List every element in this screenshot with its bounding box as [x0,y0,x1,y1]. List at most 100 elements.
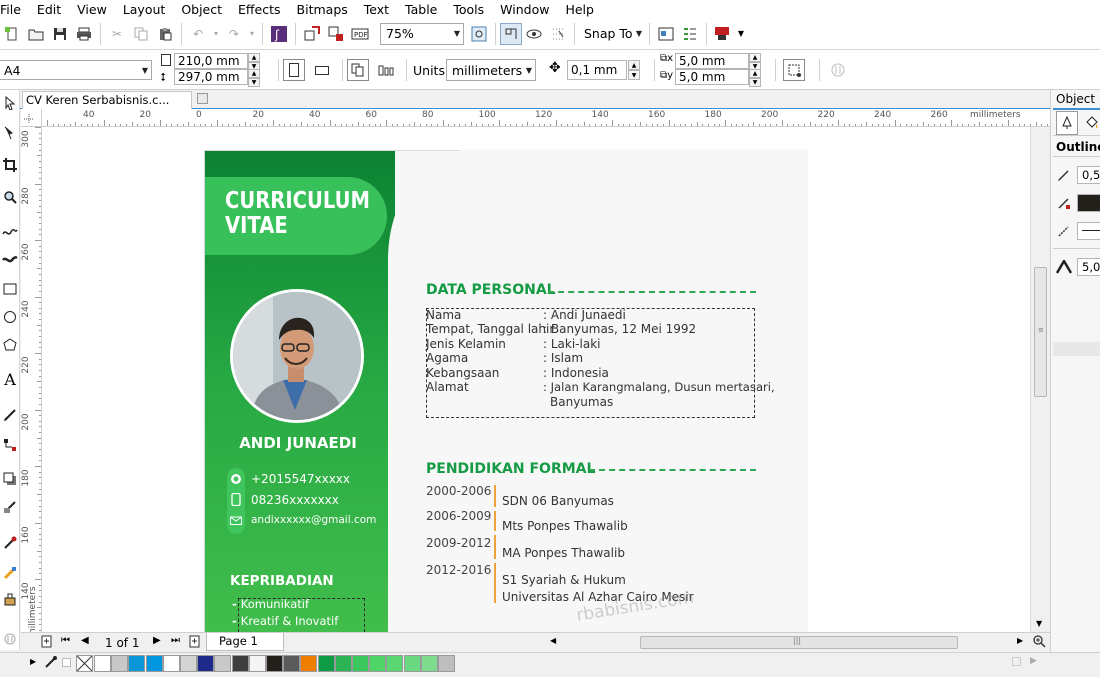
search-content-icon[interactable]: ʃ [267,22,291,46]
import-icon[interactable] [300,22,324,46]
personal-label[interactable]: Tempat, Tanggal lahir [426,322,554,336]
personal-label[interactable]: Alamat [426,380,469,394]
new-document-icon[interactable] [0,22,24,46]
crop-tool-icon[interactable] [1,156,19,174]
welcome-screen-icon[interactable] [654,22,678,46]
export-icon[interactable] [324,22,348,46]
current-page-icon[interactable] [374,58,398,82]
miter-limit-field[interactable]: 5,0 [1077,258,1100,276]
data-personal-heading[interactable]: DATA PERSONAL [426,282,556,298]
zoom-full-page-icon[interactable] [467,22,491,46]
copy-icon[interactable] [129,22,153,46]
vertical-ruler[interactable]: millimeters 300 280 260 240 220 200 180 160 140 [21,127,42,632]
menu-window[interactable]: Window [492,2,557,17]
text-tool-icon[interactable]: A [1,370,19,389]
color-swatch[interactable] [403,655,421,672]
kepribadian-item[interactable]: Komunikatif [232,597,309,611]
personal-value[interactable]: : Islam [543,351,583,365]
color-swatch[interactable] [317,655,335,672]
color-swatch[interactable] [162,655,180,672]
personal-value-continued[interactable]: Banyumas [550,395,613,409]
color-swatch[interactable] [231,655,249,672]
snap-to-dropdown[interactable]: Snap To ▼ [579,22,645,45]
all-pages-icon[interactable] [347,59,369,81]
next-page-icon[interactable]: ▶ [153,635,161,646]
menu-effects[interactable]: Effects [230,2,289,17]
connector-tool-icon[interactable] [1,436,19,454]
color-swatch[interactable] [266,655,283,672]
outline-pen-icon[interactable] [1056,111,1078,135]
ellipse-tool-icon[interactable] [1,308,19,326]
first-page-icon[interactable]: ⏮ [61,635,70,646]
kepribadian-heading[interactable]: KEPRIBADIAN [230,573,334,589]
education-school[interactable]: S1 Syariah & Hukum [502,573,626,587]
outline-style-field[interactable] [1077,222,1100,240]
color-swatch[interactable] [420,655,438,672]
freehand-tool-icon[interactable] [1,222,19,240]
education-school[interactable]: MA Ponpes Thawalib [502,546,625,560]
new-tab-icon[interactable] [197,93,208,104]
horizontal-scrollbar[interactable]: ◀ ||| ▶ [547,635,1037,650]
eyedropper-tool-icon[interactable] [1,534,19,552]
undo-icon[interactable]: ↶ [186,22,210,46]
add-page-after-icon[interactable] [189,635,201,651]
polygon-tool-icon[interactable] [1,336,19,354]
pick-tool-icon[interactable] [1,94,19,112]
full-screen-preview-icon[interactable] [500,22,522,45]
interactive-fill-icon[interactable] [1,564,19,582]
scroll-down-icon[interactable]: ▼ [1036,619,1042,628]
menu-table[interactable]: Table [397,2,445,17]
scroll-left-icon[interactable]: ◀ [550,636,556,645]
menu-text[interactable]: Text [356,2,397,17]
drop-shadow-icon[interactable] [1,470,19,488]
units-combo[interactable]: millimeters ▼ [446,59,536,81]
parallel-dimension-icon[interactable] [1,406,19,424]
personal-value[interactable]: : Jalan Karangmalang, Dusun mertasari, [543,380,775,394]
portrait-orientation-icon[interactable] [283,59,305,81]
personal-value[interactable]: : Andi Junaedi [543,308,626,322]
personal-value[interactable]: : Laki-laki [543,337,600,351]
redo-icon[interactable]: ↷ [222,22,246,46]
application-launcher-icon[interactable] [711,22,735,46]
vertical-scrollbar[interactable]: ≡ ▼ [1030,127,1050,632]
zoom-level-combo[interactable]: 75% ▼ [380,22,464,45]
color-swatch[interactable] [334,655,352,672]
smart-fill-icon[interactable] [1,590,19,608]
menu-help[interactable]: Help [557,2,602,17]
show-rulers-icon[interactable] [522,22,546,46]
phone-number-2[interactable]: 08236xxxxxxx [251,493,339,507]
pendidikan-heading[interactable]: PENDIDIKAN FORMAL [426,461,595,477]
palette-eyedropper-icon[interactable] [44,655,58,672]
palette-menu-icon[interactable] [62,658,71,667]
menu-object[interactable]: Object [173,2,230,17]
cv-page[interactable]: CURRICULUM VITAE ANDI JUNAEDI +2015547xx… [204,149,808,632]
print-icon[interactable] [72,22,96,46]
show-grid-icon[interactable] [546,22,570,46]
menu-tools[interactable]: Tools [445,2,492,17]
phone-number-1[interactable]: +2015547xxxxx [251,472,350,486]
palette-scroll-icon[interactable]: ▶ [30,657,36,666]
zoom-navigator-icon[interactable] [1033,635,1046,651]
artistic-media-icon[interactable] [1,250,19,268]
education-years[interactable]: 2012-2016 [426,563,491,577]
color-swatch[interactable] [145,655,163,672]
page-height-spinner[interactable]: ▲ ▼ [248,69,260,87]
color-swatch[interactable] [214,655,232,672]
zoom-tool-icon[interactable] [1,188,19,206]
color-swatch[interactable] [352,655,369,672]
duplicate-y-spinner[interactable]: ▲ ▼ [749,69,761,87]
education-school[interactable]: Mts Ponpes Thawalib [502,519,628,533]
transparency-tool-icon[interactable] [1,498,19,516]
education-school[interactable]: SDN 06 Banyumas [502,494,614,508]
cv-title[interactable]: CURRICULUM VITAE [225,189,370,239]
horizontal-ruler[interactable]: millimeters 40 20 0 20 40 60 80 100 120 140 160 180… [42,109,1050,127]
personal-label[interactable]: Nama [426,308,461,322]
ruler-origin-corner[interactable] [21,109,42,127]
menu-file[interactable]: File [0,2,29,17]
color-swatch[interactable] [438,655,455,672]
menu-view[interactable]: View [69,2,115,17]
save-icon[interactable] [48,22,72,46]
options-dim-icon[interactable] [826,58,850,82]
education-years[interactable]: 2000-2006 [426,484,491,498]
palette-scroll-right-icon[interactable] [1012,657,1021,666]
